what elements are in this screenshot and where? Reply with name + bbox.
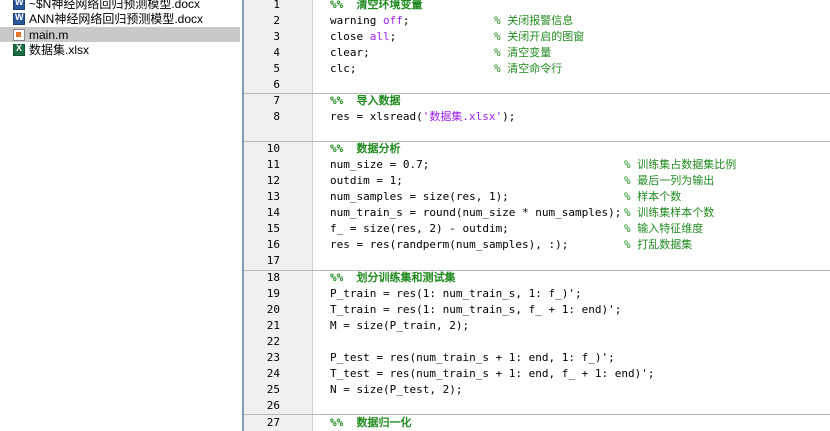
file-name: main.m: [29, 27, 69, 42]
line-number: 26: [266, 399, 280, 412]
code-comment: % 训练集占数据集比例: [624, 158, 737, 171]
code-line-4[interactable]: 4 clear; % 清空变量: [244, 45, 830, 61]
code-line-25[interactable]: 25 N = size(P_test, 2);: [244, 382, 830, 398]
code-line-23[interactable]: 23 P_test = res(num_train_s + 1: end, 1:…: [244, 350, 830, 366]
code-line-6[interactable]: 6: [244, 77, 830, 93]
code-comment: % 打乱数据集: [624, 238, 693, 251]
code-line-18[interactable]: 18 %% 划分训练集和测试集: [244, 270, 830, 286]
code-line-24[interactable]: 24 T_test = res(num_train_s + 1: end, f_…: [244, 366, 830, 382]
line-number: 7: [273, 94, 280, 107]
section-title: %% 数据分析: [330, 142, 401, 155]
excel-icon: [13, 43, 25, 56]
code-line-26[interactable]: 26: [244, 398, 830, 414]
matlab-file-icon: [13, 28, 25, 41]
line-number: 5: [273, 62, 280, 75]
line-number: 22: [266, 335, 280, 348]
line-number: 6: [273, 78, 280, 91]
code-line-5[interactable]: 5 clc; % 清空命令行: [244, 61, 830, 77]
section-title: %% 数据归一化: [330, 416, 412, 429]
code-text: f_ = size(res, 2) - outdim;: [330, 222, 509, 235]
file-name: ANN神经网络回归预测模型.docx: [29, 12, 204, 26]
code-line-16[interactable]: 16 res = res(randperm(num_samples), :); …: [244, 237, 830, 253]
code-text: N = size(P_test, 2);: [330, 383, 463, 396]
code-line-21[interactable]: 21 M = size(P_train, 2);: [244, 318, 830, 334]
code-line-2[interactable]: 2 warning off; % 关闭报警信息: [244, 13, 830, 29]
code-line-19[interactable]: 19 P_train = res(1: num_train_s, 1: f_)'…: [244, 286, 830, 302]
code-text: clc;: [330, 62, 357, 75]
line-number: 4: [273, 46, 280, 59]
line-number: 27: [266, 416, 280, 429]
code-line-10[interactable]: 10 %% 数据分析: [244, 141, 830, 157]
code-comment: % 关闭开启的图窗: [494, 30, 585, 43]
current-folder-panel: ~$N神经网络回归预测模型.docx ANN神经网络回归预测模型.docx ma…: [0, 0, 240, 431]
code-comment: % 输入特征维度: [624, 222, 704, 235]
code-text: M = size(P_train, 2);: [330, 319, 470, 332]
code-line-8[interactable]: 8 res = xlsread('数据集.xlsx');: [244, 109, 830, 125]
line-number: 8: [273, 110, 280, 123]
line-number: 20: [266, 303, 280, 316]
section-title: %% 导入数据: [330, 94, 401, 107]
code-line-17[interactable]: 17: [244, 253, 830, 269]
code-text: close all;: [330, 30, 397, 43]
code-text: P_train = res(1: num_train_s, 1: f_)';: [330, 287, 582, 300]
line-number: 19: [266, 287, 280, 300]
line-number: 24: [266, 367, 280, 380]
code-text: num_size = 0.7;: [330, 158, 430, 171]
line-number: 12: [266, 174, 280, 187]
code-line-7[interactable]: 7 %% 导入数据: [244, 93, 830, 109]
line-number: 17: [266, 254, 280, 267]
line-number: 3: [273, 30, 280, 43]
code-line-27[interactable]: 27 %% 数据归一化: [244, 415, 830, 431]
code-line-11[interactable]: 11 num_size = 0.7; % 训练集占数据集比例: [244, 157, 830, 173]
line-number: 11: [266, 158, 280, 171]
code-text: clear;: [330, 46, 370, 59]
file-item-ann-docx[interactable]: ANN神经网络回归预测模型.docx: [0, 11, 240, 26]
line-number: 25: [266, 383, 280, 396]
code-line-1[interactable]: 1 %% 清空环境变量: [244, 0, 830, 13]
code-line-12[interactable]: 12 outdim = 1; % 最后一列为输出: [244, 173, 830, 189]
code-text: P_test = res(num_train_s + 1: end, 1: f_…: [330, 351, 615, 364]
line-number: 16: [266, 238, 280, 251]
code-comment: % 训练集样本个数: [624, 206, 715, 219]
file-item-dataset-xlsx[interactable]: 数据集.xlsx: [0, 42, 240, 57]
line-number: 14: [266, 206, 280, 219]
file-item-main-m[interactable]: main.m: [0, 27, 240, 42]
code-comment: % 样本个数: [624, 190, 682, 203]
section-title: %% 划分训练集和测试集: [330, 271, 456, 284]
line-number: 23: [266, 351, 280, 364]
code-line-15[interactable]: 15 f_ = size(res, 2) - outdim; % 输入特征维度: [244, 221, 830, 237]
word-icon: [13, 12, 25, 25]
line-number: 21: [266, 319, 280, 332]
code-text: num_train_s = round(num_size * num_sampl…: [330, 206, 622, 219]
line-number: 15: [266, 222, 280, 235]
code-line-13[interactable]: 13 num_samples = size(res, 1); % 样本个数: [244, 189, 830, 205]
section-title: %% 清空环境变量: [330, 0, 423, 11]
code-text: warning off;: [330, 14, 410, 27]
code-comment: % 清空命令行: [494, 62, 563, 75]
code-line-20[interactable]: 20 T_train = res(1: num_train_s, f_ + 1:…: [244, 302, 830, 318]
code-line-14[interactable]: 14 num_train_s = round(num_size * num_sa…: [244, 205, 830, 221]
word-icon: [13, 0, 25, 10]
code-comment: % 关闭报警信息: [494, 14, 574, 27]
line-number: 18: [266, 271, 280, 284]
code-text: num_samples = size(res, 1);: [330, 190, 509, 203]
code-text: res = xlsread('数据集.xlsx');: [330, 110, 516, 123]
code-comment: % 最后一列为输出: [624, 174, 715, 187]
line-number: 1: [273, 0, 280, 11]
line-number: 13: [266, 190, 280, 203]
code-comment: % 清空变量: [494, 46, 552, 59]
file-name: 数据集.xlsx: [29, 43, 90, 57]
code-text: T_test = res(num_train_s + 1: end, f_ + …: [330, 367, 655, 380]
code-line-3[interactable]: 3 close all; % 关闭开启的图窗: [244, 29, 830, 45]
code-text: outdim = 1;: [330, 174, 403, 187]
line-number: 2: [273, 14, 280, 27]
code-text: T_train = res(1: num_train_s, f_ + 1: en…: [330, 303, 622, 316]
code-text: res = res(randperm(num_samples), :);: [330, 238, 569, 251]
line-number: 10: [266, 142, 280, 155]
code-line-22[interactable]: 22: [244, 334, 830, 350]
